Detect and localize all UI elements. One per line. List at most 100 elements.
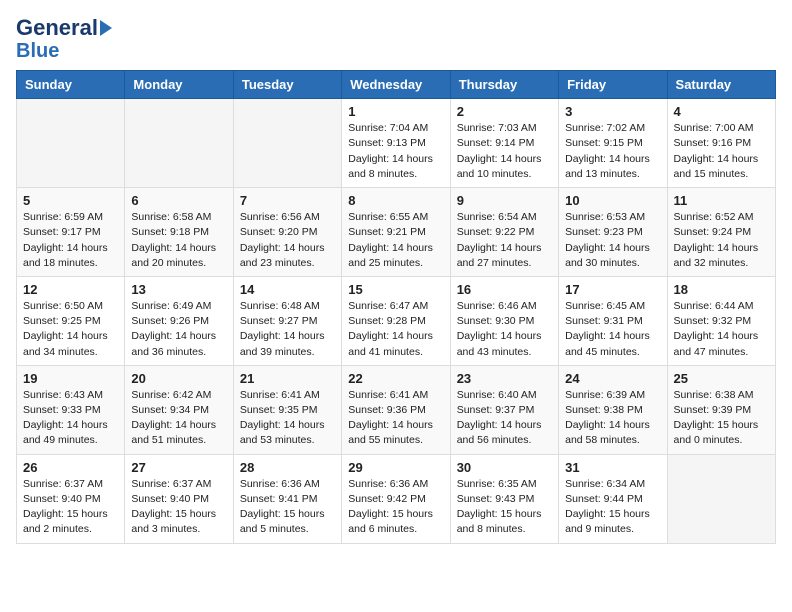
day-info: Sunrise: 6:38 AMSunset: 9:39 PMDaylight:…	[674, 388, 769, 449]
day-info: Sunrise: 6:54 AMSunset: 9:22 PMDaylight:…	[457, 210, 552, 271]
day-number: 23	[457, 371, 552, 386]
day-number: 8	[348, 193, 443, 208]
day-number: 20	[131, 371, 226, 386]
table-row: 25Sunrise: 6:38 AMSunset: 9:39 PMDayligh…	[667, 365, 775, 454]
weekday-header-sunday: Sunday	[17, 71, 125, 99]
table-row: 27Sunrise: 6:37 AMSunset: 9:40 PMDayligh…	[125, 454, 233, 543]
calendar-week-row: 19 Sunrise: 6:43 AMSunset: 9:33 PMDayligh…	[17, 365, 776, 454]
weekday-header-wednesday: Wednesday	[342, 71, 450, 99]
day-number: 24	[565, 371, 660, 386]
table-row: 19 Sunrise: 6:43 AMSunset: 9:33 PMDayligh…	[17, 365, 125, 454]
table-row: 15Sunrise: 6:47 AMSunset: 9:28 PMDayligh…	[342, 276, 450, 365]
day-number: 4	[674, 104, 769, 119]
day-info: Sunrise: 6:39 AMSunset: 9:38 PMDaylight:…	[565, 388, 660, 449]
day-number: 7	[240, 193, 335, 208]
day-number: 21	[240, 371, 335, 386]
table-row: 24 Sunrise: 6:39 AMSunset: 9:38 PMDayligh…	[559, 365, 667, 454]
day-info: Sunrise: 6:40 AMSunset: 9:37 PMDaylight:…	[457, 388, 552, 449]
table-row: 30 Sunrise: 6:35 AMSunset: 9:43 PMDayligh…	[450, 454, 558, 543]
day-info: Sunrise: 6:36 AMSunset: 9:41 PMDaylight:…	[240, 477, 335, 538]
day-info: Sunrise: 6:55 AMSunset: 9:21 PMDaylight:…	[348, 210, 443, 271]
table-row	[667, 454, 775, 543]
day-info: Sunrise: 6:59 AMSunset: 9:17 PMDaylight:…	[23, 210, 118, 271]
day-info: Sunrise: 6:53 AMSunset: 9:23 PMDaylight:…	[565, 210, 660, 271]
table-row: 3 Sunrise: 7:02 AMSunset: 9:15 PMDaylight…	[559, 99, 667, 188]
weekday-header-saturday: Saturday	[667, 71, 775, 99]
weekday-header-tuesday: Tuesday	[233, 71, 341, 99]
day-number: 11	[674, 193, 769, 208]
table-row: 1 Sunrise: 7:04 AMSunset: 9:13 PMDaylight…	[342, 99, 450, 188]
day-number: 19	[23, 371, 118, 386]
table-row: 14 Sunrise: 6:48 AMSunset: 9:27 PMDayligh…	[233, 276, 341, 365]
table-row: 16 Sunrise: 6:46 AMSunset: 9:30 PMDayligh…	[450, 276, 558, 365]
day-number: 22	[348, 371, 443, 386]
day-number: 17	[565, 282, 660, 297]
day-info: Sunrise: 6:50 AMSunset: 9:25 PMDaylight:…	[23, 299, 118, 360]
calendar-week-row: 12Sunrise: 6:50 AMSunset: 9:25 PMDayligh…	[17, 276, 776, 365]
day-number: 1	[348, 104, 443, 119]
table-row: 21 Sunrise: 6:41 AMSunset: 9:35 PMDayligh…	[233, 365, 341, 454]
table-row: 17Sunrise: 6:45 AMSunset: 9:31 PMDayligh…	[559, 276, 667, 365]
day-info: Sunrise: 6:52 AMSunset: 9:24 PMDaylight:…	[674, 210, 769, 271]
logo: General Blue	[16, 16, 112, 62]
day-info: Sunrise: 6:37 AMSunset: 9:40 PMDaylight:…	[23, 477, 118, 538]
table-row: 29 Sunrise: 6:36 AMSunset: 9:42 PMDayligh…	[342, 454, 450, 543]
weekday-header-monday: Monday	[125, 71, 233, 99]
table-row: 4 Sunrise: 7:00 AMSunset: 9:16 PMDaylight…	[667, 99, 775, 188]
day-info: Sunrise: 6:34 AMSunset: 9:44 PMDaylight:…	[565, 477, 660, 538]
table-row: 9 Sunrise: 6:54 AMSunset: 9:22 PMDaylight…	[450, 188, 558, 277]
day-info: Sunrise: 6:56 AMSunset: 9:20 PMDaylight:…	[240, 210, 335, 271]
day-info: Sunrise: 6:36 AMSunset: 9:42 PMDaylight:…	[348, 477, 443, 538]
day-number: 9	[457, 193, 552, 208]
day-number: 30	[457, 460, 552, 475]
weekday-header-row: SundayMondayTuesdayWednesdayThursdayFrid…	[17, 71, 776, 99]
calendar-week-row: 26Sunrise: 6:37 AMSunset: 9:40 PMDayligh…	[17, 454, 776, 543]
table-row: 10 Sunrise: 6:53 AMSunset: 9:23 PMDayligh…	[559, 188, 667, 277]
table-row: 18Sunrise: 6:44 AMSunset: 9:32 PMDayligh…	[667, 276, 775, 365]
page-header: General Blue	[16, 16, 776, 62]
day-info: Sunrise: 7:00 AMSunset: 9:16 PMDaylight:…	[674, 121, 769, 182]
table-row: 7 Sunrise: 6:56 AMSunset: 9:20 PMDaylight…	[233, 188, 341, 277]
calendar-week-row: 5 Sunrise: 6:59 AMSunset: 9:17 PMDaylight…	[17, 188, 776, 277]
table-row: 22 Sunrise: 6:41 AMSunset: 9:36 PMDayligh…	[342, 365, 450, 454]
table-row: 31 Sunrise: 6:34 AMSunset: 9:44 PMDayligh…	[559, 454, 667, 543]
table-row: 23 Sunrise: 6:40 AMSunset: 9:37 PMDayligh…	[450, 365, 558, 454]
day-number: 13	[131, 282, 226, 297]
day-info: Sunrise: 6:48 AMSunset: 9:27 PMDaylight:…	[240, 299, 335, 360]
day-number: 10	[565, 193, 660, 208]
day-info: Sunrise: 6:41 AMSunset: 9:35 PMDaylight:…	[240, 388, 335, 449]
day-number: 3	[565, 104, 660, 119]
day-info: Sunrise: 6:46 AMSunset: 9:30 PMDaylight:…	[457, 299, 552, 360]
logo-general: General	[16, 16, 98, 40]
day-number: 5	[23, 193, 118, 208]
day-number: 27	[131, 460, 226, 475]
table-row	[17, 99, 125, 188]
day-number: 31	[565, 460, 660, 475]
table-row: 8 Sunrise: 6:55 AMSunset: 9:21 PMDaylight…	[342, 188, 450, 277]
day-number: 14	[240, 282, 335, 297]
day-number: 2	[457, 104, 552, 119]
table-row: 28Sunrise: 6:36 AMSunset: 9:41 PMDayligh…	[233, 454, 341, 543]
table-row: 2Sunrise: 7:03 AMSunset: 9:14 PMDaylight…	[450, 99, 558, 188]
table-row: 20 Sunrise: 6:42 AMSunset: 9:34 PMDayligh…	[125, 365, 233, 454]
day-info: Sunrise: 6:43 AMSunset: 9:33 PMDaylight:…	[23, 388, 118, 449]
day-number: 6	[131, 193, 226, 208]
day-number: 16	[457, 282, 552, 297]
day-info: Sunrise: 7:02 AMSunset: 9:15 PMDaylight:…	[565, 121, 660, 182]
table-row: 13 Sunrise: 6:49 AMSunset: 9:26 PMDayligh…	[125, 276, 233, 365]
day-info: Sunrise: 6:41 AMSunset: 9:36 PMDaylight:…	[348, 388, 443, 449]
table-row	[233, 99, 341, 188]
day-number: 15	[348, 282, 443, 297]
day-info: Sunrise: 7:04 AMSunset: 9:13 PMDaylight:…	[348, 121, 443, 182]
calendar-week-row: 1 Sunrise: 7:04 AMSunset: 9:13 PMDaylight…	[17, 99, 776, 188]
day-info: Sunrise: 6:44 AMSunset: 9:32 PMDaylight:…	[674, 299, 769, 360]
day-number: 29	[348, 460, 443, 475]
day-info: Sunrise: 6:35 AMSunset: 9:43 PMDaylight:…	[457, 477, 552, 538]
day-info: Sunrise: 6:58 AMSunset: 9:18 PMDaylight:…	[131, 210, 226, 271]
weekday-header-thursday: Thursday	[450, 71, 558, 99]
weekday-header-friday: Friday	[559, 71, 667, 99]
table-row: 26Sunrise: 6:37 AMSunset: 9:40 PMDayligh…	[17, 454, 125, 543]
table-row: 11 Sunrise: 6:52 AMSunset: 9:24 PMDayligh…	[667, 188, 775, 277]
day-info: Sunrise: 6:49 AMSunset: 9:26 PMDaylight:…	[131, 299, 226, 360]
day-info: Sunrise: 6:42 AMSunset: 9:34 PMDaylight:…	[131, 388, 226, 449]
